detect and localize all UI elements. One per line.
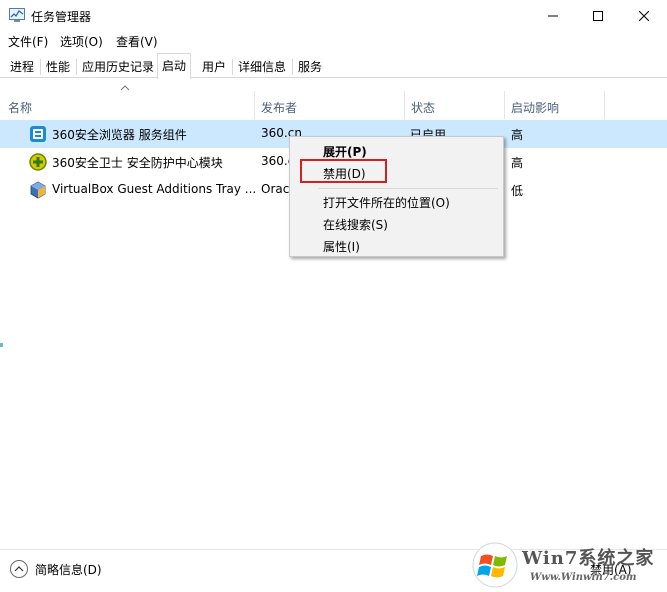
tab-strip: 进程 性能 应用历史记录 启动 用户 详细信息 服务 <box>0 53 667 79</box>
column-divider[interactable] <box>504 91 505 119</box>
close-icon <box>639 10 649 21</box>
windows-logo-icon <box>472 542 518 588</box>
window-title: 任务管理器 <box>31 10 92 24</box>
column-divider[interactable] <box>404 91 405 119</box>
highlight-box <box>300 159 387 183</box>
watermark-url: Www.Winwin7.com <box>530 572 637 583</box>
column-header: 名称 发布者 状态 启动影响 <box>0 91 667 119</box>
context-menu-search-online[interactable]: 在线搜索(S) <box>323 216 388 233</box>
watermark: Win7系统之家 Www.Winwin7.com <box>470 538 667 592</box>
menu-bar: 文件(F) 选项(O) 查看(V) <box>0 31 667 52</box>
column-publisher[interactable]: 发布者 <box>261 99 297 116</box>
column-divider[interactable] <box>604 91 605 119</box>
tab-details[interactable]: 详细信息 <box>233 56 291 78</box>
tab-performance[interactable]: 性能 <box>41 56 75 78</box>
menu-view[interactable]: 查看(V) <box>116 33 158 50</box>
minimize-icon <box>548 15 558 16</box>
maximize-icon <box>593 10 603 21</box>
edge-marker <box>0 343 3 347</box>
menu-divider <box>318 188 498 189</box>
context-menu: 展开(P) 禁用(D) 打开文件所在的位置(O) 在线搜索(S) 属性(I) <box>289 136 504 257</box>
startup-item-impact: 低 <box>511 184 524 198</box>
context-menu-expand[interactable]: 展开(P) <box>323 143 367 160</box>
context-menu-properties[interactable]: 属性(I) <box>323 238 360 255</box>
tab-processes[interactable]: 进程 <box>5 56 39 78</box>
360-browser-icon <box>30 126 46 142</box>
fewer-details-label[interactable]: 简略信息(D) <box>35 561 102 578</box>
title-bar: 任务管理器 <box>0 0 667 31</box>
fewer-details-button[interactable] <box>10 560 28 578</box>
tab-users[interactable]: 用户 <box>197 56 231 78</box>
column-name[interactable]: 名称 <box>8 99 32 116</box>
column-status[interactable]: 状态 <box>411 99 435 116</box>
minimize-button[interactable] <box>530 0 576 31</box>
context-menu-open-file-location[interactable]: 打开文件所在的位置(O) <box>323 194 450 211</box>
virtualbox-icon <box>30 181 46 199</box>
tab-app-history[interactable]: 应用历史记录 <box>77 56 159 78</box>
column-startup-impact[interactable]: 启动影响 <box>511 99 559 116</box>
task-manager-icon <box>9 8 25 22</box>
startup-item-name: VirtualBox Guest Additions Tray ... <box>52 182 257 196</box>
tab-startup[interactable]: 启动 <box>157 53 192 79</box>
startup-item-impact: 高 <box>511 156 524 170</box>
startup-item-name: 360安全卫士 安全防护中心模块 <box>52 156 223 170</box>
menu-options[interactable]: 选项(O) <box>60 33 103 50</box>
startup-item-name: 360安全浏览器 服务组件 <box>52 128 187 142</box>
close-button[interactable] <box>621 0 667 31</box>
360-safeguard-icon <box>29 153 47 171</box>
watermark-title: Win7系统之家 <box>522 548 655 569</box>
tab-services[interactable]: 服务 <box>293 56 327 78</box>
column-divider[interactable] <box>254 91 255 119</box>
maximize-button[interactable] <box>575 0 621 31</box>
chevron-up-icon <box>14 566 24 572</box>
menu-file[interactable]: 文件(F) <box>8 33 48 50</box>
startup-item-impact: 高 <box>511 128 524 142</box>
